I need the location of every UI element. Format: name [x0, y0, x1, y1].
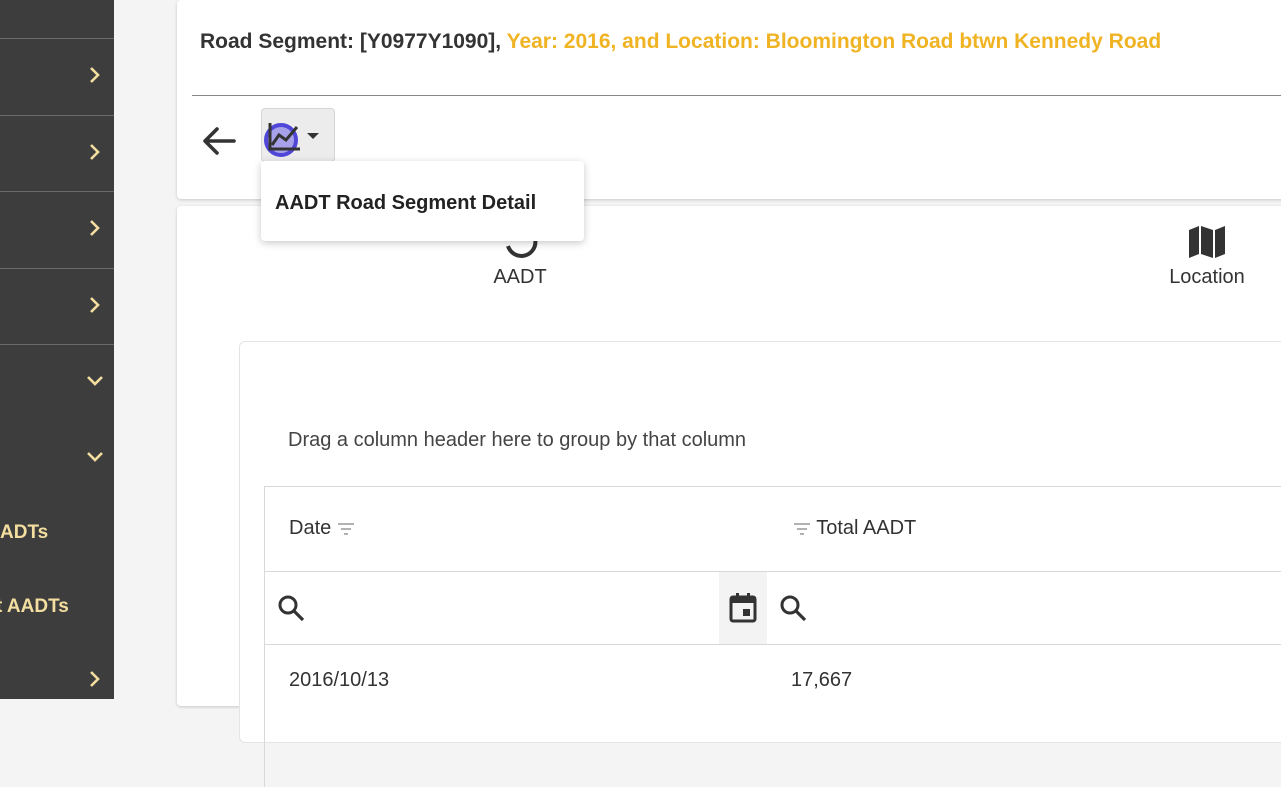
filter-row	[265, 572, 1281, 645]
chevron-right-icon	[90, 220, 100, 236]
search-icon[interactable]	[277, 594, 305, 622]
menu-item-aadt-road-segment-detail[interactable]: AADT Road Segment Detail	[275, 192, 536, 215]
chevron-down-icon	[87, 376, 103, 386]
sidebar-item-1[interactable]	[0, 39, 114, 115]
group-panel[interactable]: Drag a column header here to group by th…	[288, 429, 746, 452]
title-road-segment: Road Segment: [Y0977Y1090],	[200, 30, 502, 53]
map-icon	[1189, 226, 1225, 258]
chevron-right-icon	[90, 671, 100, 687]
grid-table: Date Total AADT 2016/10/13 17,667	[264, 486, 1281, 787]
header-divider	[192, 95, 1281, 96]
calendar-icon	[729, 593, 757, 623]
chevron-right-icon	[90, 67, 100, 83]
back-button[interactable]	[200, 122, 238, 160]
sidebar-item-3[interactable]	[0, 192, 114, 268]
page-title: Road Segment: [Y0977Y1090], Year: 2016, …	[200, 30, 1161, 54]
data-grid: Drag a column header here to group by th…	[239, 341, 1281, 787]
tab-location-label: Location	[1169, 266, 1245, 288]
chevron-down-icon	[87, 452, 103, 462]
cell-date: 2016/10/13	[289, 669, 390, 691]
search-icon[interactable]	[779, 594, 807, 622]
sidebar-item-2[interactable]	[0, 116, 114, 191]
chevron-right-icon	[90, 297, 100, 313]
date-picker-button[interactable]	[719, 572, 767, 644]
sidebar-item-4[interactable]	[0, 269, 114, 344]
column-header-total-label: Total AADT	[816, 517, 917, 539]
sidebar-subitem-adts[interactable]: ADTs	[0, 522, 48, 544]
chevron-right-icon	[90, 144, 100, 160]
content-card: AADT Location Drag a column header here …	[177, 206, 1281, 787]
chart-dropdown-menu: AADT Road Segment Detail	[261, 161, 584, 241]
header-row: Date Total AADT	[265, 487, 1281, 572]
line-chart-icon	[268, 123, 300, 151]
sidebar: ADTs t AADTs	[0, 0, 114, 699]
column-header-total-aadt[interactable]: Total AADT	[793, 517, 916, 540]
column-header-date[interactable]: Date	[289, 517, 355, 540]
chart-menu-button[interactable]	[261, 108, 335, 162]
sidebar-item-5[interactable]	[0, 345, 114, 421]
column-header-date-label: Date	[289, 517, 332, 539]
arrow-left-icon	[203, 127, 236, 155]
sidebar-item-9[interactable]	[0, 642, 114, 699]
filter-icon[interactable]	[793, 522, 811, 536]
title-year-location: Year: 2016, and Location: Bloomington Ro…	[506, 30, 1162, 53]
table-row[interactable]: 2016/10/13 17,667	[265, 645, 1281, 705]
filter-icon[interactable]	[337, 522, 355, 536]
sidebar-item-6[interactable]	[0, 421, 114, 497]
sidebar-subitem-aadts[interactable]: t AADTs	[0, 596, 69, 618]
tab-location[interactable]: Location	[1157, 224, 1257, 289]
caret-down-icon	[307, 133, 319, 139]
cell-total-aadt: 17,667	[791, 669, 853, 691]
tab-aadt-label: AADT	[493, 266, 547, 288]
